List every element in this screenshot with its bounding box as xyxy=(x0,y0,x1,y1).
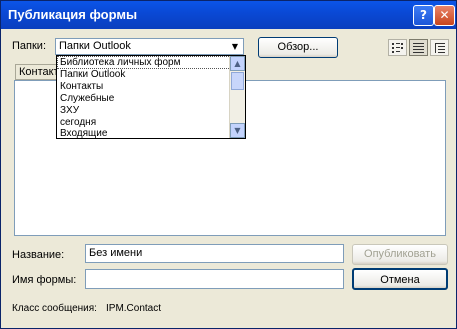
scroll-down-button[interactable]: ▼ xyxy=(230,123,245,138)
dropdown-item[interactable]: Библиотека личных форм xyxy=(57,56,233,69)
message-class-value: IPM.Contact xyxy=(106,303,162,314)
small-icons-view-button[interactable] xyxy=(409,39,428,56)
folders-dropdown-list[interactable]: Библиотека личных форм Папки Outlook Кон… xyxy=(56,55,246,139)
scroll-thumb[interactable] xyxy=(231,72,244,90)
help-icon: ? xyxy=(420,8,427,22)
folders-combobox-value: Папки Outlook xyxy=(59,40,131,52)
publish-button[interactable]: Опубликовать xyxy=(352,244,448,265)
folders-label: Папки: xyxy=(12,40,46,52)
name-input[interactable]: Без имени xyxy=(85,244,344,263)
cancel-button-label: Отмена xyxy=(380,274,420,286)
title-bar[interactable]: Публикация формы ? ✕ xyxy=(1,1,456,29)
close-icon: ✕ xyxy=(439,8,450,22)
folders-combobox[interactable]: Папки Outlook ▼ xyxy=(55,38,244,55)
column-header-label: Контакт xyxy=(19,66,59,78)
publish-form-dialog: Публикация формы ? ✕ Папки: Папки Outloo… xyxy=(0,0,457,329)
scroll-up-button[interactable]: ▲ xyxy=(230,56,245,71)
name-input-value: Без имени xyxy=(89,247,143,259)
help-button[interactable]: ? xyxy=(413,5,434,26)
publish-button-label: Опубликовать xyxy=(364,248,436,260)
dropdown-item[interactable]: Служебные xyxy=(58,93,232,104)
window-title: Публикация формы xyxy=(8,7,138,22)
chevron-down-icon: ▼ xyxy=(234,126,241,135)
close-button[interactable]: ✕ xyxy=(434,5,455,26)
chevron-up-icon: ▲ xyxy=(234,59,241,68)
list-view-button[interactable] xyxy=(430,39,449,56)
cancel-button[interactable]: Отмена xyxy=(352,268,448,290)
form-name-label: Имя формы: xyxy=(12,274,77,286)
large-icons-view-button[interactable] xyxy=(388,39,407,56)
form-name-input[interactable] xyxy=(85,269,344,289)
dropdown-scrollbar[interactable]: ▲ ▼ xyxy=(229,56,245,138)
dropdown-item[interactable]: Контакты xyxy=(58,81,232,92)
dropdown-item[interactable]: ЗХУ xyxy=(58,105,232,116)
browse-button-label: Обзор... xyxy=(277,41,319,53)
dropdown-item[interactable]: сегодня xyxy=(58,117,232,128)
dropdown-item[interactable]: Входящие xyxy=(58,128,232,138)
message-class-label: Класс сообщения: xyxy=(12,303,97,314)
dropdown-item[interactable]: Папки Outlook xyxy=(58,69,232,80)
chevron-down-icon[interactable]: ▼ xyxy=(228,40,242,54)
browse-button[interactable]: Обзор... xyxy=(258,37,338,58)
name-label: Название: xyxy=(12,249,65,261)
